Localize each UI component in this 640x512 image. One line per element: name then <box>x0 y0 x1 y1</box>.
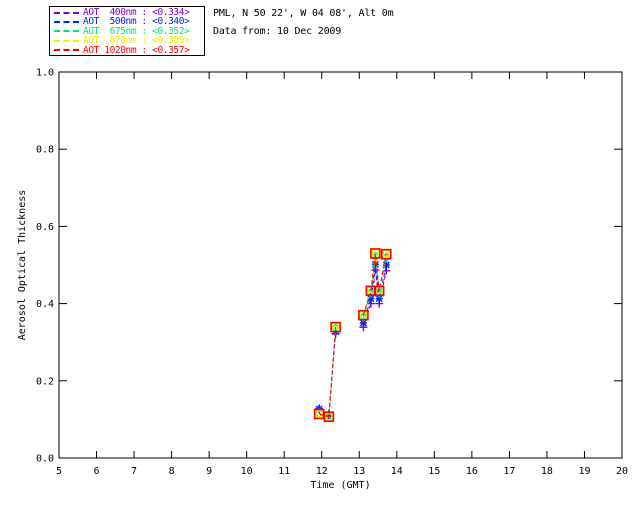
y-tick-label: 0.8 <box>36 145 54 156</box>
x-tick-label: 12 <box>316 466 328 477</box>
x-tick-label: 13 <box>353 466 365 477</box>
x-tick-label: 19 <box>578 466 590 477</box>
series-1020nm <box>313 248 392 422</box>
series-870nm <box>315 248 391 421</box>
series-675nm <box>314 251 392 422</box>
x-tick-label: 8 <box>169 466 175 477</box>
y-tick-label: 0.2 <box>36 376 54 387</box>
x-tick-label: 7 <box>131 466 137 477</box>
x-axis-ticks: 5 6 7 8 9 10 11 12 13 14 15 16 17 18 19 20 <box>56 72 628 477</box>
x-tick-label: 15 <box>428 466 440 477</box>
x-tick-label: 10 <box>241 466 253 477</box>
x-tick-label: 16 <box>466 466 478 477</box>
y-tick-label: 0.4 <box>36 299 54 310</box>
y-axis-ticks: 0.0 0.2 0.4 0.6 0.8 1.0 <box>36 68 622 465</box>
x-tick-label: 20 <box>616 466 628 477</box>
x-tick-label: 5 <box>56 466 62 477</box>
x-axis-title: Time (GMT) <box>310 480 370 491</box>
series-line <box>318 327 337 418</box>
series-line <box>318 326 337 418</box>
sunphotometer-plot-window: AOT 400nm : <0.334> AOT 500nm : <0.340> … <box>0 0 640 512</box>
axes-frame <box>58 71 623 459</box>
y-axis-title: Aerosol Optical Thickness <box>17 190 28 341</box>
x-tick-label: 17 <box>503 466 515 477</box>
series-line <box>318 328 337 417</box>
y-tick-label: 0.0 <box>36 454 54 465</box>
x-tick-label: 9 <box>206 466 212 477</box>
series-line <box>318 331 337 416</box>
y-tick-label: 0.6 <box>36 222 54 233</box>
series-line <box>318 333 337 416</box>
aot-time-series-chart: 5 6 7 8 9 10 11 12 13 14 15 16 17 18 19 200.00.20.40.60… <box>17 68 628 492</box>
x-tick-label: 14 <box>391 466 403 477</box>
y-tick-label: 1.0 <box>36 68 54 79</box>
x-tick-label: 11 <box>278 466 290 477</box>
x-tick-label: 6 <box>94 466 100 477</box>
x-tick-label: 18 <box>541 466 553 477</box>
